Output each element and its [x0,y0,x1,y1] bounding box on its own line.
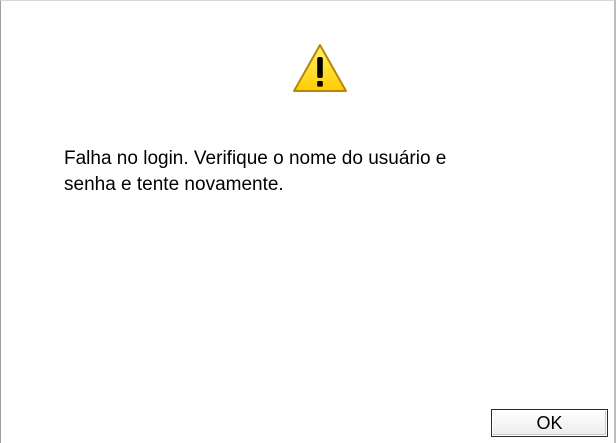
error-message: Falha no login. Verifique o nome do usuá… [64,148,447,195]
login-error-dialog: Falha no login. Verifique o nome do usuá… [0,0,616,443]
warning-icon [291,42,349,94]
ok-button-label: OK [536,412,563,433]
ok-button[interactable]: OK [491,409,608,437]
